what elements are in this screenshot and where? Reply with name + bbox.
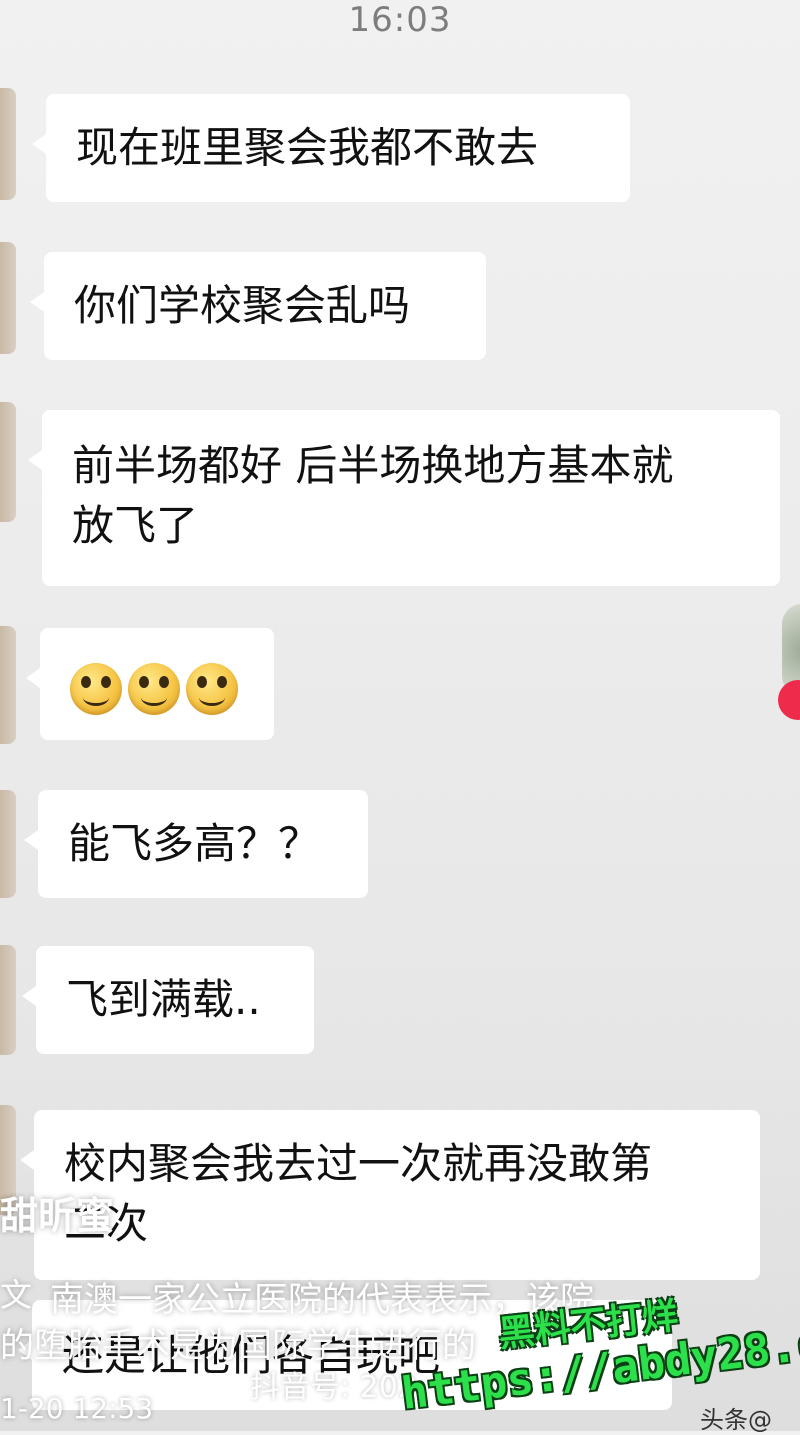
chat-message-line: 二次 bbox=[64, 1199, 149, 1248]
contact-avatar[interactable] bbox=[0, 790, 16, 898]
status-time: 16:03 bbox=[348, 0, 452, 40]
chat-message-text: 飞到满载.. bbox=[66, 975, 261, 1024]
video-username[interactable]: 甜昕蜜 bbox=[0, 1185, 114, 1240]
smiley-emoji bbox=[186, 662, 238, 715]
chat-bubble[interactable]: 前半场都好 后半场换地方基本就 放飞了 bbox=[28, 410, 780, 586]
chat-message-line: 校内聚会我去过一次就再没敢第 bbox=[64, 1139, 653, 1188]
chat-bubble[interactable]: 校内聚会我去过一次就再没敢第 二次 bbox=[20, 1110, 760, 1280]
follow-button[interactable] bbox=[778, 680, 800, 720]
smiley-emoji bbox=[128, 662, 180, 715]
contact-avatar[interactable] bbox=[0, 242, 16, 354]
video-date: 1-20 12:53 bbox=[0, 1392, 154, 1425]
contact-avatar[interactable] bbox=[0, 945, 16, 1055]
contact-avatar[interactable] bbox=[0, 626, 16, 744]
smiley-emoji bbox=[70, 662, 122, 715]
caption-prefix: 文 bbox=[0, 1276, 33, 1314]
douyin-id: 抖音号: 202 bbox=[250, 1370, 417, 1405]
chat-bubble[interactable]: 你们学校聚会乱吗 bbox=[30, 252, 486, 360]
chat-message-line: 前半场都好 后半场换地方基本就 bbox=[72, 441, 674, 490]
contact-avatar[interactable] bbox=[0, 88, 16, 200]
chat-message-text: 现在班里聚会我都不敢去 bbox=[76, 123, 539, 172]
chat-bubble[interactable]: 飞到满载.. bbox=[22, 946, 314, 1054]
contact-avatar[interactable] bbox=[0, 402, 16, 522]
source-label: 头条@ bbox=[700, 1406, 772, 1434]
chat-message-text: 能飞多高？？ bbox=[68, 819, 321, 868]
chat-message-text: 你们学校聚会乱吗 bbox=[74, 281, 411, 330]
chat-bubble[interactable] bbox=[26, 628, 274, 740]
chat-bubble[interactable]: 能飞多高？？ bbox=[24, 790, 368, 898]
chat-message-line: 放飞了 bbox=[72, 501, 199, 550]
chat-bubble[interactable]: 现在班里聚会我都不敢去 bbox=[32, 94, 630, 202]
video-caption-line: 的堕胎手术是为国际学生进行的 bbox=[0, 1326, 476, 1366]
